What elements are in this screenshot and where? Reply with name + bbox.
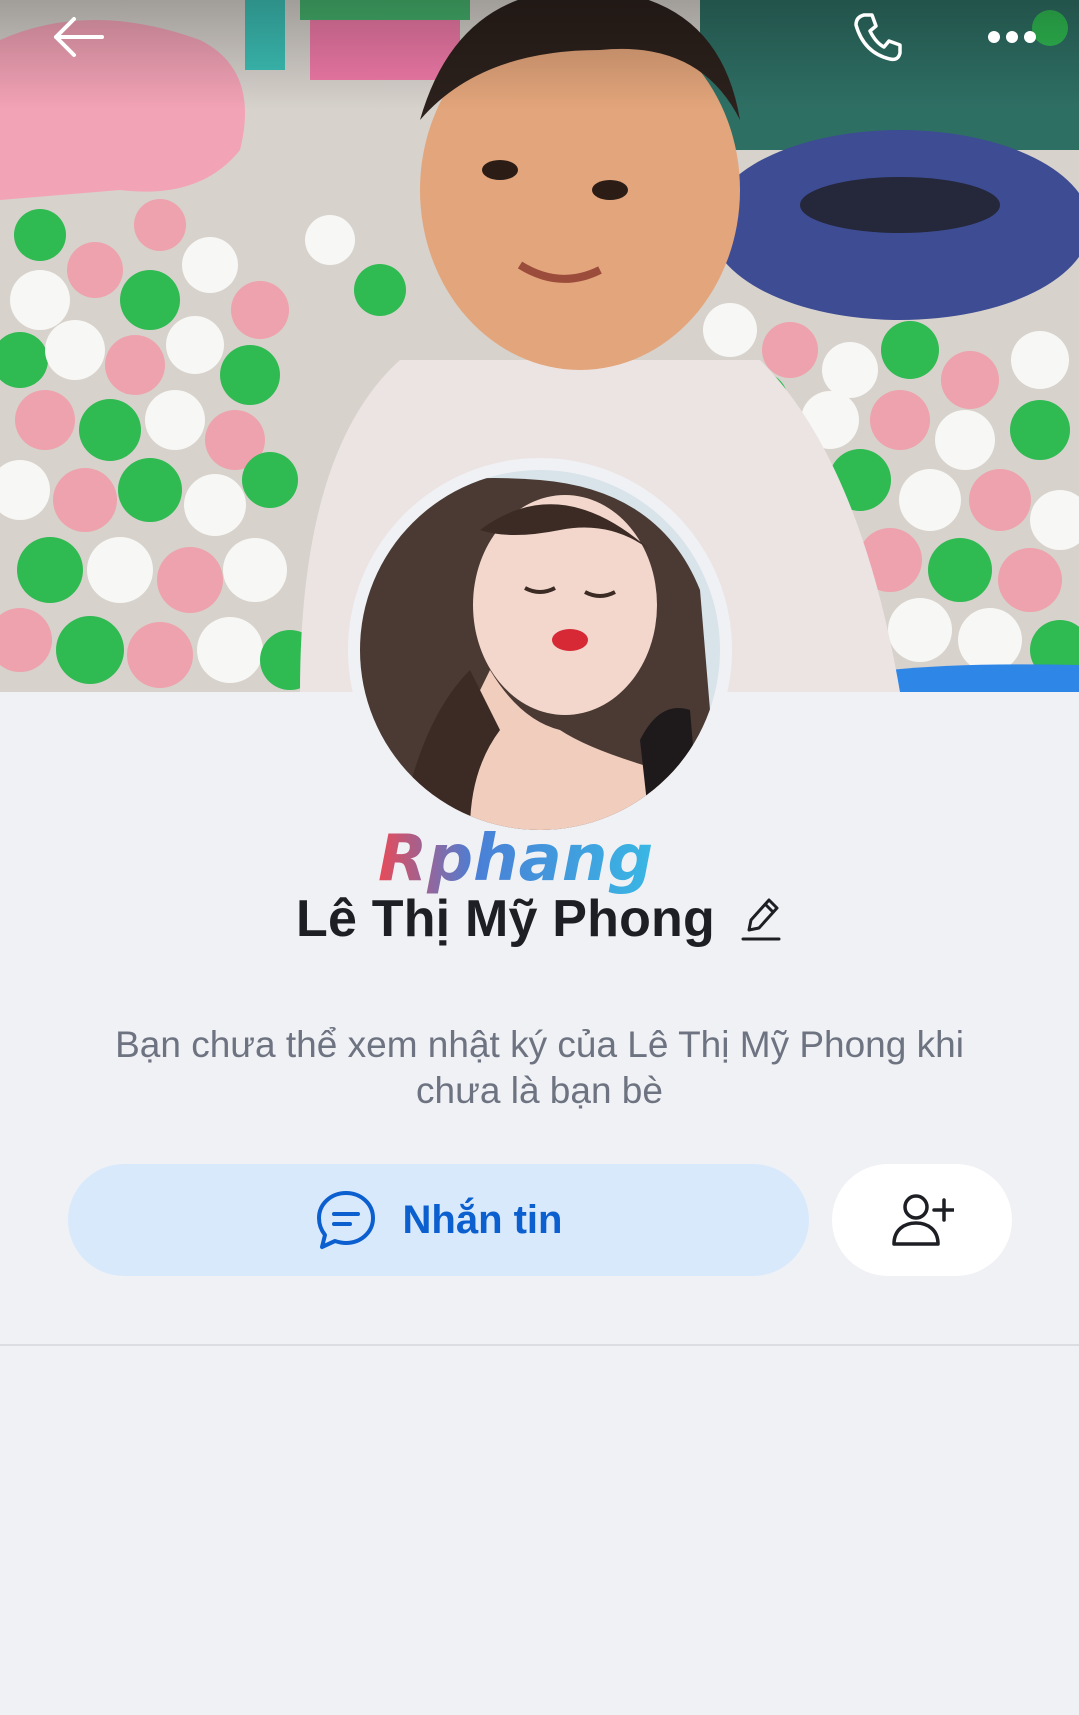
back-button[interactable] <box>38 2 118 72</box>
profile-name-row: Lê Thị Mỹ Phong <box>0 884 1079 954</box>
add-user-icon <box>892 1194 954 1246</box>
phone-icon <box>854 13 902 62</box>
not-friends-notice: Bạn chưa thể xem nhật ký của Lê Thị Mỹ P… <box>115 1024 964 1111</box>
message-button-label: Nhắn tin <box>402 1197 563 1242</box>
profile-avatar[interactable] <box>348 458 732 842</box>
section-divider <box>0 1344 1079 1346</box>
more-dots-icon <box>988 31 1036 43</box>
pencil-icon <box>741 898 781 941</box>
chat-bubble-icon <box>316 1191 375 1249</box>
profile-name: Lê Thị Mỹ Phong <box>296 890 715 948</box>
add-friend-button[interactable] <box>832 1164 1012 1276</box>
edit-name-button[interactable] <box>739 894 783 944</box>
more-options-button[interactable] <box>972 2 1052 72</box>
arrow-left-icon <box>54 17 104 57</box>
avatar-photo <box>360 470 720 830</box>
message-button[interactable]: Nhắn tin <box>68 1164 809 1276</box>
call-button[interactable] <box>838 2 918 72</box>
